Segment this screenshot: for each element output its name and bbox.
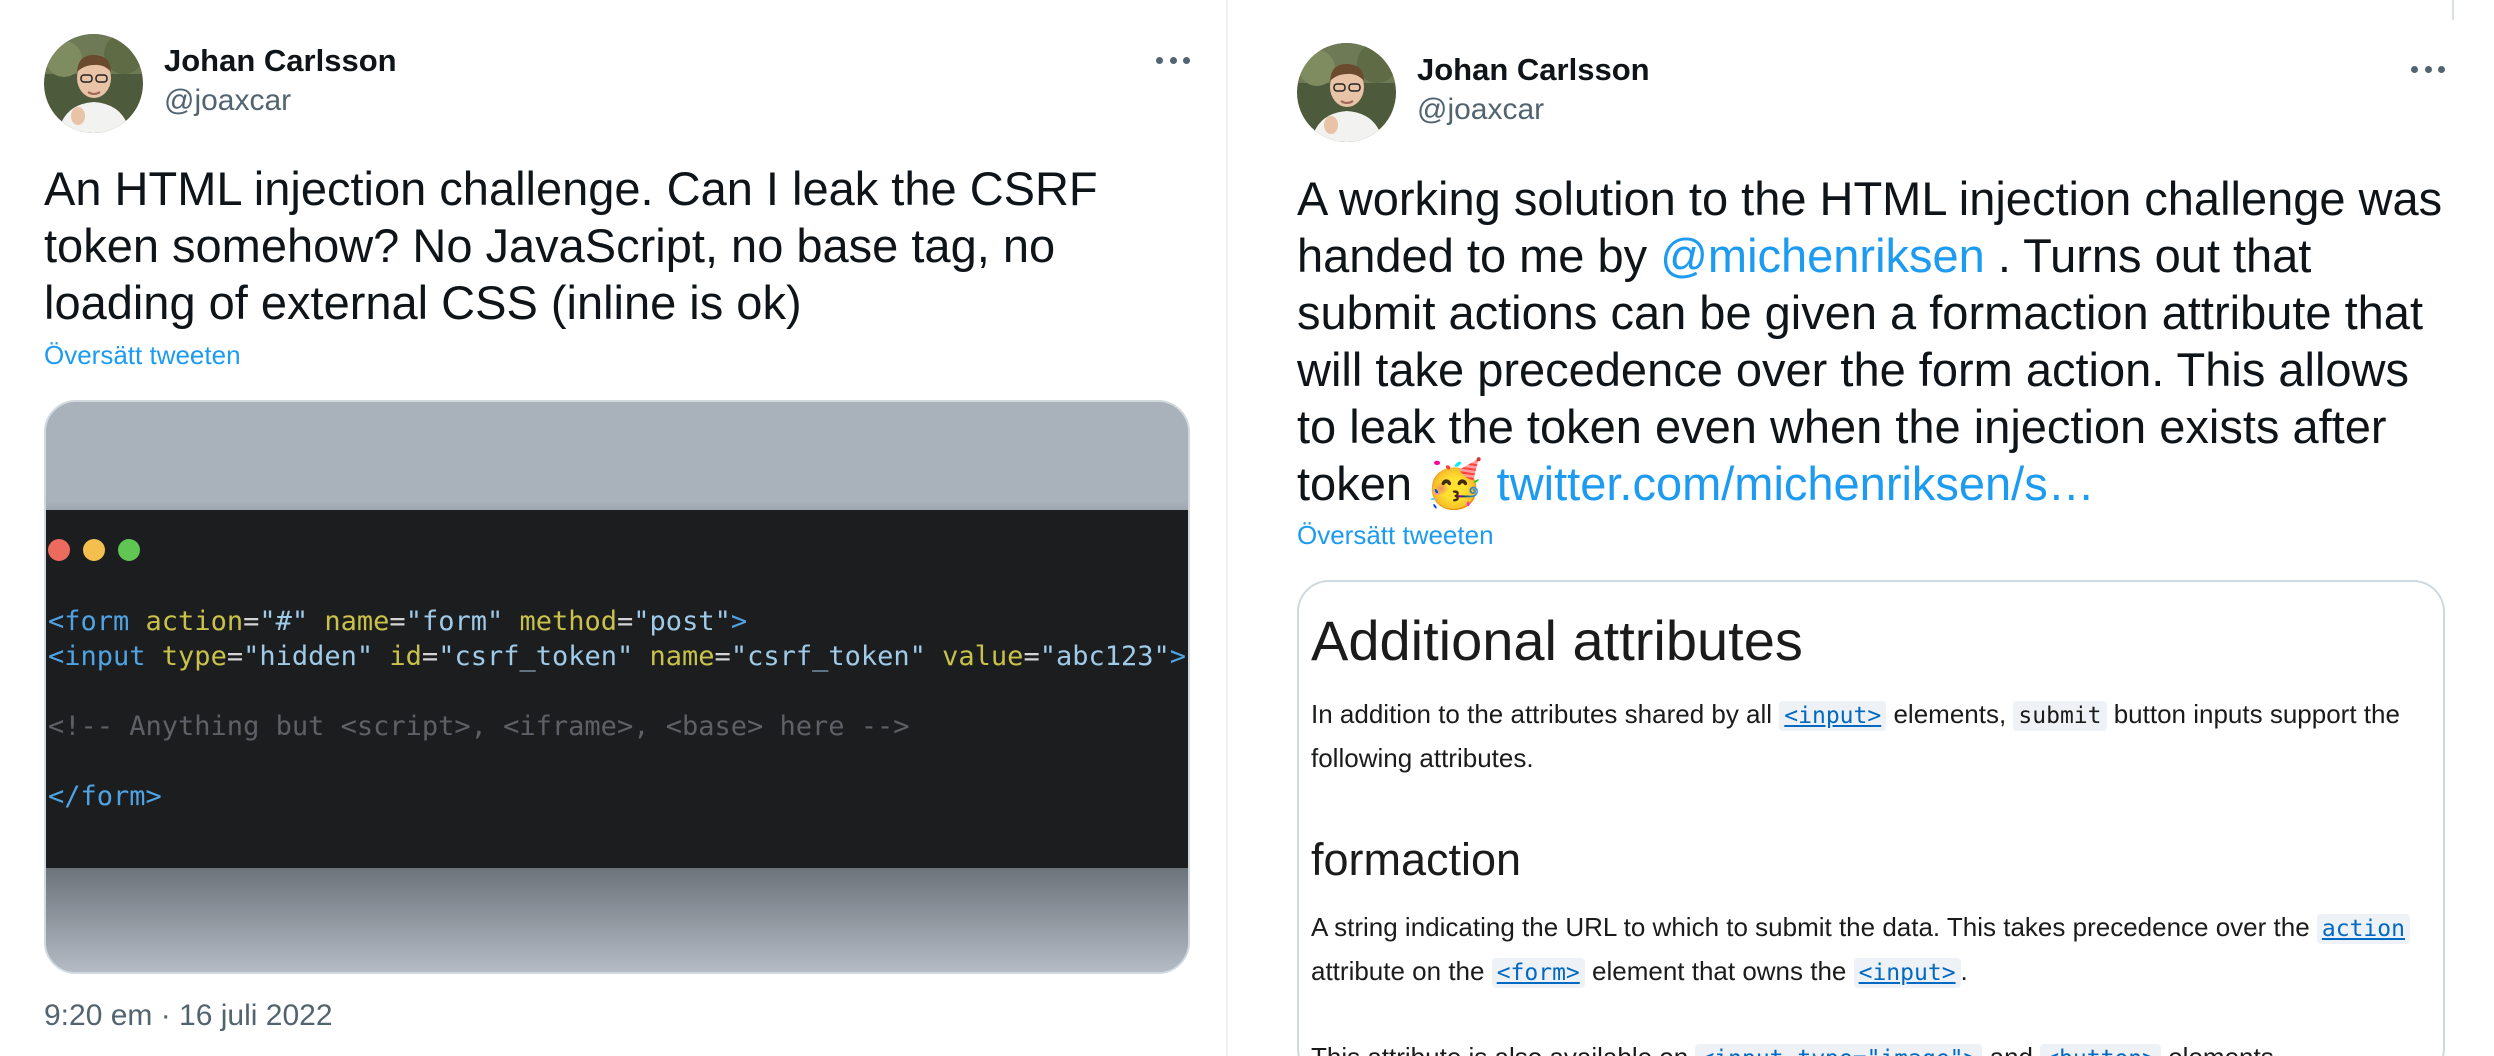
close-dot-icon <box>48 539 70 561</box>
translate-tweet-link[interactable]: Översätt tweeten <box>1297 520 1494 551</box>
minimize-dot-icon <box>83 539 105 561</box>
doc-subheading: formaction <box>1311 834 1522 885</box>
tweet-timestamp[interactable]: 9:20 em · 16 juli 2022 <box>44 999 333 1033</box>
tweet-url-link[interactable]: twitter.com/michenriksen/s… <box>1497 457 2095 510</box>
code-line-close-form: </form> <box>48 781 162 812</box>
submit-code: submit <box>2013 701 2107 731</box>
more-options-icon[interactable] <box>2411 64 2445 74</box>
avatar[interactable] <box>1297 43 1396 142</box>
translate-tweet-link[interactable]: Översätt tweeten <box>44 340 241 371</box>
tweet-text: A working solution to the HTML injection… <box>1297 172 2443 510</box>
author-name[interactable]: Johan Carlsson <box>164 43 397 79</box>
form-element-link[interactable]: <form> <box>1491 958 1585 988</box>
doc-desc-line1: A string indicating the URL to which to … <box>1311 912 2410 944</box>
doc-intro-line1: In addition to the attributes shared by … <box>1311 699 2400 731</box>
author-handle[interactable]: @joaxcar <box>1417 93 1544 127</box>
author-name[interactable]: Johan Carlsson <box>1417 52 1650 88</box>
media-backdrop-bottom <box>46 868 1188 972</box>
column-divider <box>1226 0 1228 1056</box>
code-line-form: <form action="#" name="form" method="pos… <box>48 606 748 637</box>
scrollbar-edge <box>2452 0 2454 20</box>
action-attribute-link[interactable]: action <box>2316 914 2410 944</box>
doc-desc-line2: attribute on the <form> element that own… <box>1311 956 1968 988</box>
doc-intro-line2: following attributes. <box>1311 743 1534 773</box>
code-window: <form action="#" name="form" method="pos… <box>46 510 1188 868</box>
avatar-photo-icon <box>1297 43 1396 142</box>
party-face-emoji-icon: 🥳 <box>1425 457 1484 510</box>
tweet-media-doc-card[interactable]: Additional attributes In addition to the… <box>1297 580 2445 1056</box>
tweet-media-code-image[interactable]: <form action="#" name="form" method="pos… <box>44 400 1190 974</box>
tweet-text: An HTML injection challenge. Can I leak … <box>44 162 1098 329</box>
maximize-dot-icon <box>118 539 140 561</box>
author-handle[interactable]: @joaxcar <box>164 84 291 118</box>
avatar[interactable] <box>44 34 143 133</box>
code-line-input: <input type="hidden" id="csrf_token" nam… <box>48 641 1187 672</box>
button-element-link[interactable]: <button> <box>2040 1044 2161 1056</box>
doc-heading: Additional attributes <box>1311 609 1803 672</box>
more-options-icon[interactable] <box>1156 55 1190 65</box>
code-line-comment: <!-- Anything but <script>, <iframe>, <b… <box>48 711 910 742</box>
avatar-photo-icon <box>44 34 143 133</box>
input-element-link[interactable]: <input> <box>1853 958 1961 988</box>
input-image-link[interactable]: <input type="image"> <box>1695 1044 1983 1056</box>
doc-also-line: This attribute is also available on <inp… <box>1311 1042 2281 1056</box>
mention-link[interactable]: @michenriksen <box>1660 229 1985 282</box>
input-element-link[interactable]: <input> <box>1779 701 1887 731</box>
